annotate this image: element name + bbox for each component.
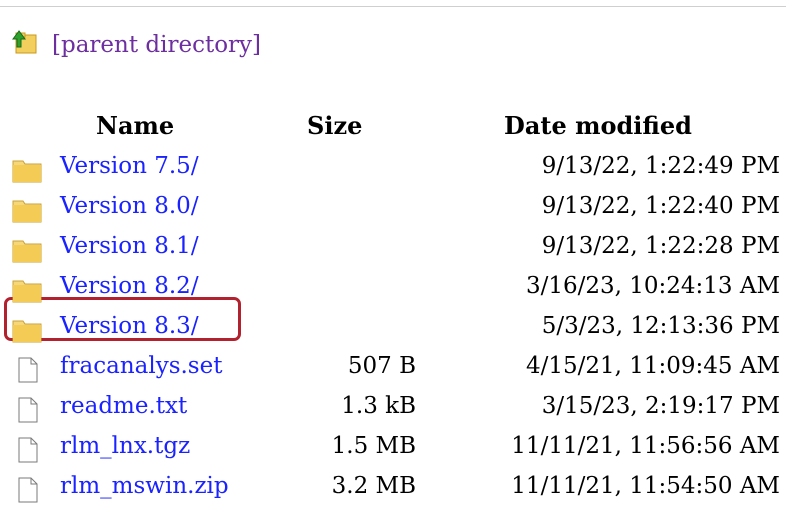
folder-icon	[12, 317, 42, 343]
date-modified: 11/11/21, 11:56:56 AM	[511, 433, 780, 459]
file-icon	[12, 437, 42, 463]
list-item[interactable]: Version 8.2/3/16/23, 10:24:13 AM	[0, 269, 786, 309]
top-divider	[0, 6, 786, 7]
up-arrow-folder-icon	[10, 29, 38, 61]
column-header-size[interactable]: Size	[307, 111, 362, 141]
list-item[interactable]: Version 8.1/9/13/22, 1:22:28 PM	[0, 229, 786, 269]
list-item[interactable]: rlm_lnx.tgz 1.5 MB 11/11/21, 11:56:56 AM	[0, 429, 786, 469]
folder-icon	[12, 157, 42, 183]
list-item[interactable]: fracanalys.set 507 B 4/15/21, 11:09:45 AM	[0, 349, 786, 389]
file-name-link[interactable]: Version 8.1/	[60, 233, 199, 259]
file-name-link[interactable]: readme.txt	[60, 393, 187, 419]
list-item[interactable]: Version 8.3/5/3/23, 12:13:36 PM	[0, 309, 786, 349]
file-name-link[interactable]: rlm_mswin.zip	[60, 473, 229, 499]
folder-icon	[12, 197, 42, 223]
file-size: 507 B	[347, 353, 416, 379]
date-modified: 4/15/21, 11:09:45 AM	[525, 353, 780, 379]
file-name-link[interactable]: Version 8.0/	[60, 193, 199, 219]
file-name-link[interactable]: Version 8.2/	[60, 273, 199, 299]
column-header-name[interactable]: Name	[96, 111, 174, 141]
column-header-date[interactable]: Date modified	[504, 111, 692, 141]
date-modified: 9/13/22, 1:22:49 PM	[541, 153, 780, 179]
file-name-link[interactable]: Version 8.3/	[60, 313, 199, 339]
folder-icon	[12, 277, 42, 303]
file-icon	[12, 477, 42, 503]
file-name-link[interactable]: rlm_lnx.tgz	[60, 433, 190, 459]
date-modified: 9/13/22, 1:22:40 PM	[541, 193, 780, 219]
file-name-link[interactable]: fracanalys.set	[60, 353, 222, 379]
parent-directory-row[interactable]: [parent directory]	[10, 30, 261, 60]
folder-icon	[12, 237, 42, 263]
date-modified: 3/16/23, 10:24:13 AM	[525, 273, 780, 299]
date-modified: 5/3/23, 12:13:36 PM	[541, 313, 780, 339]
file-name-link[interactable]: Version 7.5/	[60, 153, 199, 179]
date-modified: 9/13/22, 1:22:28 PM	[541, 233, 780, 259]
list-item[interactable]: rlm_mswin.zip 3.2 MB 11/11/21, 11:54:50 AM	[0, 469, 786, 509]
date-modified: 3/15/23, 2:19:17 PM	[541, 393, 780, 419]
parent-directory-link[interactable]: [parent directory]	[52, 32, 261, 58]
file-icon	[12, 397, 42, 423]
file-size: 1.5 MB	[331, 433, 416, 459]
date-modified: 11/11/21, 11:54:50 AM	[511, 473, 780, 499]
file-size: 1.3 kB	[341, 393, 416, 419]
list-item[interactable]: readme.txt 1.3 kB 3/15/23, 2:19:17 PM	[0, 389, 786, 429]
list-item[interactable]: Version 7.5/9/13/22, 1:22:49 PM	[0, 149, 786, 189]
file-size: 3.2 MB	[331, 473, 416, 499]
list-item[interactable]: Version 8.0/9/13/22, 1:22:40 PM	[0, 189, 786, 229]
file-icon	[12, 357, 42, 383]
